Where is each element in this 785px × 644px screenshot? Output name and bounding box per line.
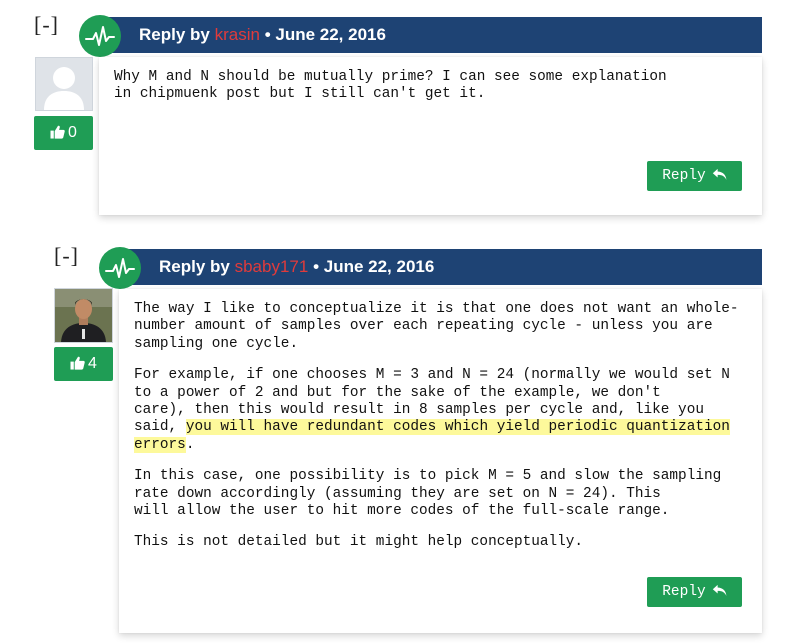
reply-arrow-icon [712, 168, 727, 180]
default-avatar-icon [35, 57, 93, 111]
comment-paragraph: Why M and N should be mutually prime? I … [114, 69, 667, 103]
comment-paragraph: The way I like to conceptualize it is th… [134, 301, 739, 352]
comment-paragraph: This is not detailed but it might help c… [134, 534, 584, 551]
author-link[interactable]: krasin [215, 25, 260, 44]
vote-count: 4 [88, 355, 97, 372]
reply-by-label: Reply by [139, 25, 210, 44]
highlighted-text: you will have redundant codes which yiel… [134, 419, 730, 453]
comment-date: June 22, 2016 [323, 257, 435, 276]
comment-paragraph: In this case, one possibility is to pick… [134, 468, 722, 520]
comment-body: Why M and N should be mutually prime? I … [114, 69, 754, 118]
waveform-logo-icon [99, 247, 141, 289]
collapse-toggle[interactable]: [-] [54, 245, 79, 267]
comment-header: Reply by krasin • June 22, 2016 [100, 17, 762, 53]
thumbs-up-icon [50, 125, 65, 139]
comment-body: The way I like to conceptualize it is th… [134, 301, 754, 566]
separator-dot: • [264, 25, 271, 44]
upvote-button[interactable]: 4 [54, 347, 113, 381]
reply-arrow-icon [712, 584, 727, 596]
user-photo-avatar [54, 288, 113, 343]
waveform-logo-icon [79, 15, 121, 57]
reply-button-label: Reply [662, 584, 706, 600]
separator-dot: • [313, 257, 320, 276]
upvote-button[interactable]: 0 [34, 116, 93, 150]
comment-paragraph: For example, if one chooses M = 3 and N … [134, 367, 754, 454]
reply-button[interactable]: Reply [647, 161, 742, 191]
collapse-toggle[interactable]: [-] [34, 14, 59, 36]
comment-header: Reply by sbaby171 • June 22, 2016 [120, 249, 762, 285]
paragraph-text: . [185, 436, 195, 453]
reply-button[interactable]: Reply [647, 577, 742, 607]
thumbs-up-icon [70, 356, 85, 370]
reply-by-label: Reply by [159, 257, 230, 276]
comment-date: June 22, 2016 [275, 25, 386, 44]
reply-button-label: Reply [662, 168, 706, 184]
comment-card: The way I like to conceptualize it is th… [119, 289, 762, 633]
author-link[interactable]: sbaby171 [235, 257, 309, 276]
vote-count: 0 [68, 124, 77, 141]
comment-card: Why M and N should be mutually prime? I … [99, 57, 762, 215]
